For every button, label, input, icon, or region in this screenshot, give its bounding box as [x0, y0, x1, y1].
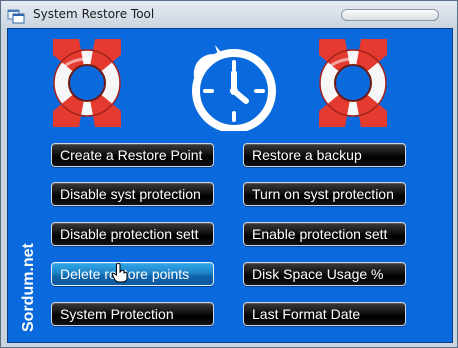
- turn-on-syst-protection-button[interactable]: Turn on syst protection: [243, 182, 406, 206]
- system-protection-button[interactable]: System Protection: [51, 302, 214, 326]
- window-title: System Restore Tool: [33, 7, 155, 21]
- title-bar[interactable]: System Restore Tool: [1, 1, 457, 29]
- client-area: Sordum.net Create a Restore Point Disabl…: [7, 28, 453, 343]
- lifebuoy-icon: [319, 39, 387, 127]
- restore-backup-button[interactable]: Restore a backup: [243, 143, 406, 167]
- disk-space-usage-button[interactable]: Disk Space Usage %: [243, 262, 406, 286]
- create-restore-point-button[interactable]: Create a Restore Point: [51, 143, 214, 167]
- hand-cursor-icon: [112, 263, 128, 283]
- lifebuoy-icon: [53, 39, 121, 127]
- app-window-icon: [7, 9, 25, 24]
- brand-watermark-text: Sordum.net: [20, 242, 37, 332]
- enable-protection-sett-button[interactable]: Enable protection sett: [243, 222, 406, 246]
- app-window: System Restore Tool Sordum.net Create a …: [0, 0, 458, 348]
- disable-syst-protection-button[interactable]: Disable syst protection: [51, 182, 214, 206]
- last-format-date-button[interactable]: Last Format Date: [243, 302, 406, 326]
- delete-restore-points-button[interactable]: Delete restore points: [51, 262, 214, 286]
- restore-clock-icon: [192, 45, 276, 131]
- brand-watermark: Sordum.net: [13, 114, 39, 334]
- disable-protection-sett-button[interactable]: Disable protection sett: [51, 222, 214, 246]
- title-bar-capsule: [341, 9, 439, 21]
